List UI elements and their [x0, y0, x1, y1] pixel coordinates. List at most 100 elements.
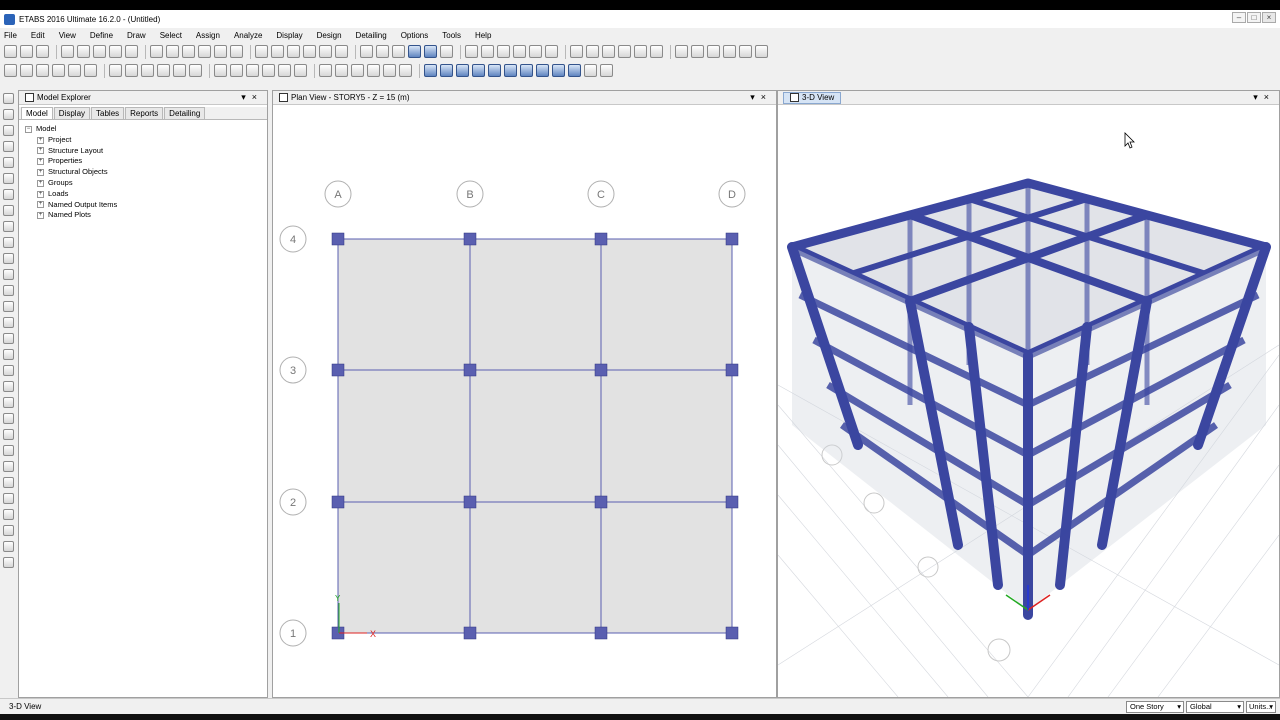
3d-canvas[interactable] [777, 105, 1280, 698]
toolbar-tool-icon[interactable] [602, 45, 615, 58]
toolbar-tool-icon[interactable] [271, 45, 284, 58]
toolbar-tool-icon[interactable] [739, 45, 752, 58]
toolbar-tool-icon[interactable] [568, 64, 581, 77]
open-icon[interactable] [20, 45, 33, 58]
coord-system-select[interactable]: Global [1186, 701, 1244, 713]
menu-define[interactable]: Define [90, 31, 113, 40]
toolbar-tool-icon[interactable] [3, 205, 14, 216]
toolbar-tool-icon[interactable] [513, 45, 526, 58]
toolbar-tool-icon[interactable] [246, 64, 259, 77]
story-select[interactable]: One Story [1126, 701, 1184, 713]
panel-controls[interactable]: ▾× [1253, 92, 1275, 103]
menu-options[interactable]: Options [401, 31, 429, 40]
toolbar-tool-icon[interactable] [536, 64, 549, 77]
toolbar-tool-icon[interactable] [3, 541, 14, 552]
select-icon[interactable] [3, 93, 14, 104]
toolbar-tool-icon[interactable] [189, 64, 202, 77]
run-icon[interactable] [77, 45, 90, 58]
toolbar-tool-icon[interactable] [367, 64, 380, 77]
toolbar-tool-icon[interactable] [488, 64, 501, 77]
toolbar-tool-icon[interactable] [552, 64, 565, 77]
toolbar-tool-icon[interactable] [3, 237, 14, 248]
menu-edit[interactable]: Edit [31, 31, 45, 40]
toolbar-tool-icon[interactable] [584, 64, 597, 77]
toolbar-tool-icon[interactable] [3, 221, 14, 232]
expand-icon[interactable]: + [37, 190, 44, 198]
toolbar-tool-icon[interactable] [3, 381, 14, 392]
save-icon[interactable] [36, 45, 49, 58]
close-button[interactable]: × [1262, 12, 1276, 23]
menu-tools[interactable]: Tools [442, 31, 461, 40]
toolbar-tool-icon[interactable] [3, 445, 14, 456]
toolbar-tool-icon[interactable] [586, 45, 599, 58]
menu-view[interactable]: View [59, 31, 76, 40]
tree-node-named-plots[interactable]: + Named Plots [25, 210, 261, 221]
tree-node-model[interactable]: − Model [25, 124, 261, 135]
toolbar-tool-icon[interactable] [497, 45, 510, 58]
expand-icon[interactable]: + [37, 147, 44, 155]
toolbar-tool-icon[interactable] [755, 45, 768, 58]
zoom-in-icon[interactable] [109, 45, 122, 58]
toolbar-tool-icon[interactable] [36, 64, 49, 77]
zoom-out-icon[interactable] [125, 45, 138, 58]
toolbar-tool-icon[interactable] [351, 64, 364, 77]
toolbar-tool-icon[interactable] [3, 333, 14, 344]
tree-node-properties[interactable]: + Properties [25, 156, 261, 167]
toolbar-tool-icon[interactable] [650, 45, 663, 58]
toolbar-tool-icon[interactable] [723, 45, 736, 58]
toolbar-tool-icon[interactable] [3, 349, 14, 360]
maximize-button[interactable]: □ [1247, 12, 1261, 23]
expand-icon[interactable]: + [37, 136, 44, 144]
toolbar-tool-icon[interactable] [68, 64, 81, 77]
toolbar-tool-icon[interactable] [319, 45, 332, 58]
toolbar-tool-icon[interactable] [3, 317, 14, 328]
tab-reports[interactable]: Reports [125, 107, 164, 119]
toolbar-tool-icon[interactable] [3, 365, 14, 376]
toolbar-tool-icon[interactable] [3, 397, 14, 408]
toolbar-tool-icon[interactable] [545, 45, 558, 58]
toolbar-tool-icon[interactable] [691, 45, 704, 58]
toolbar-tool-icon[interactable] [3, 493, 14, 504]
pointer-icon[interactable] [4, 64, 17, 77]
toolbar-tool-icon[interactable] [3, 509, 14, 520]
toolbar-tool-icon[interactable] [408, 45, 421, 58]
toolbar-tool-icon[interactable] [278, 64, 291, 77]
toolbar-tool-icon[interactable] [230, 64, 243, 77]
toolbar-tool-icon[interactable] [3, 189, 14, 200]
toolbar-tool-icon[interactable] [465, 45, 478, 58]
toolbar-tool-icon[interactable] [376, 45, 389, 58]
new-model-icon[interactable] [4, 45, 17, 58]
toolbar-tool-icon[interactable] [3, 141, 14, 152]
toolbar-tool-icon[interactable] [392, 45, 405, 58]
toolbar-tool-icon[interactable] [182, 45, 195, 58]
toolbar-tool-icon[interactable] [294, 64, 307, 77]
toolbar-tool-icon[interactable] [125, 64, 138, 77]
toolbar-tool-icon[interactable] [3, 429, 14, 440]
toolbar-tool-icon[interactable] [707, 45, 720, 58]
tab-display[interactable]: Display [53, 107, 91, 119]
toolbar-tool-icon[interactable] [214, 64, 227, 77]
collapse-icon[interactable]: − [25, 125, 32, 133]
menu-select[interactable]: Select [160, 31, 182, 40]
tab-tables[interactable]: Tables [91, 107, 125, 119]
tab-detailing[interactable]: Detailing [164, 107, 206, 119]
toolbar-tool-icon[interactable] [618, 45, 631, 58]
menu-help[interactable]: Help [475, 31, 491, 40]
menu-analyze[interactable]: Analyze [234, 31, 262, 40]
lock-icon[interactable] [61, 45, 74, 58]
toolbar-tool-icon[interactable] [504, 64, 517, 77]
toolbar-tool-icon[interactable] [570, 45, 583, 58]
toolbar-tool-icon[interactable] [3, 269, 14, 280]
units-button[interactable]: Units... [1246, 701, 1276, 713]
toolbar-tool-icon[interactable] [335, 64, 348, 77]
toolbar-tool-icon[interactable] [440, 64, 453, 77]
toolbar-tool-icon[interactable] [3, 285, 14, 296]
toolbar-tool-icon[interactable] [424, 64, 437, 77]
pan-icon[interactable] [166, 45, 179, 58]
toolbar-tool-icon[interactable] [529, 45, 542, 58]
toolbar-tool-icon[interactable] [3, 157, 14, 168]
panel-controls[interactable]: ▾× [750, 92, 772, 103]
menu-assign[interactable]: Assign [196, 31, 220, 40]
toolbar-tool-icon[interactable] [214, 45, 227, 58]
reshape-icon[interactable] [3, 109, 14, 120]
